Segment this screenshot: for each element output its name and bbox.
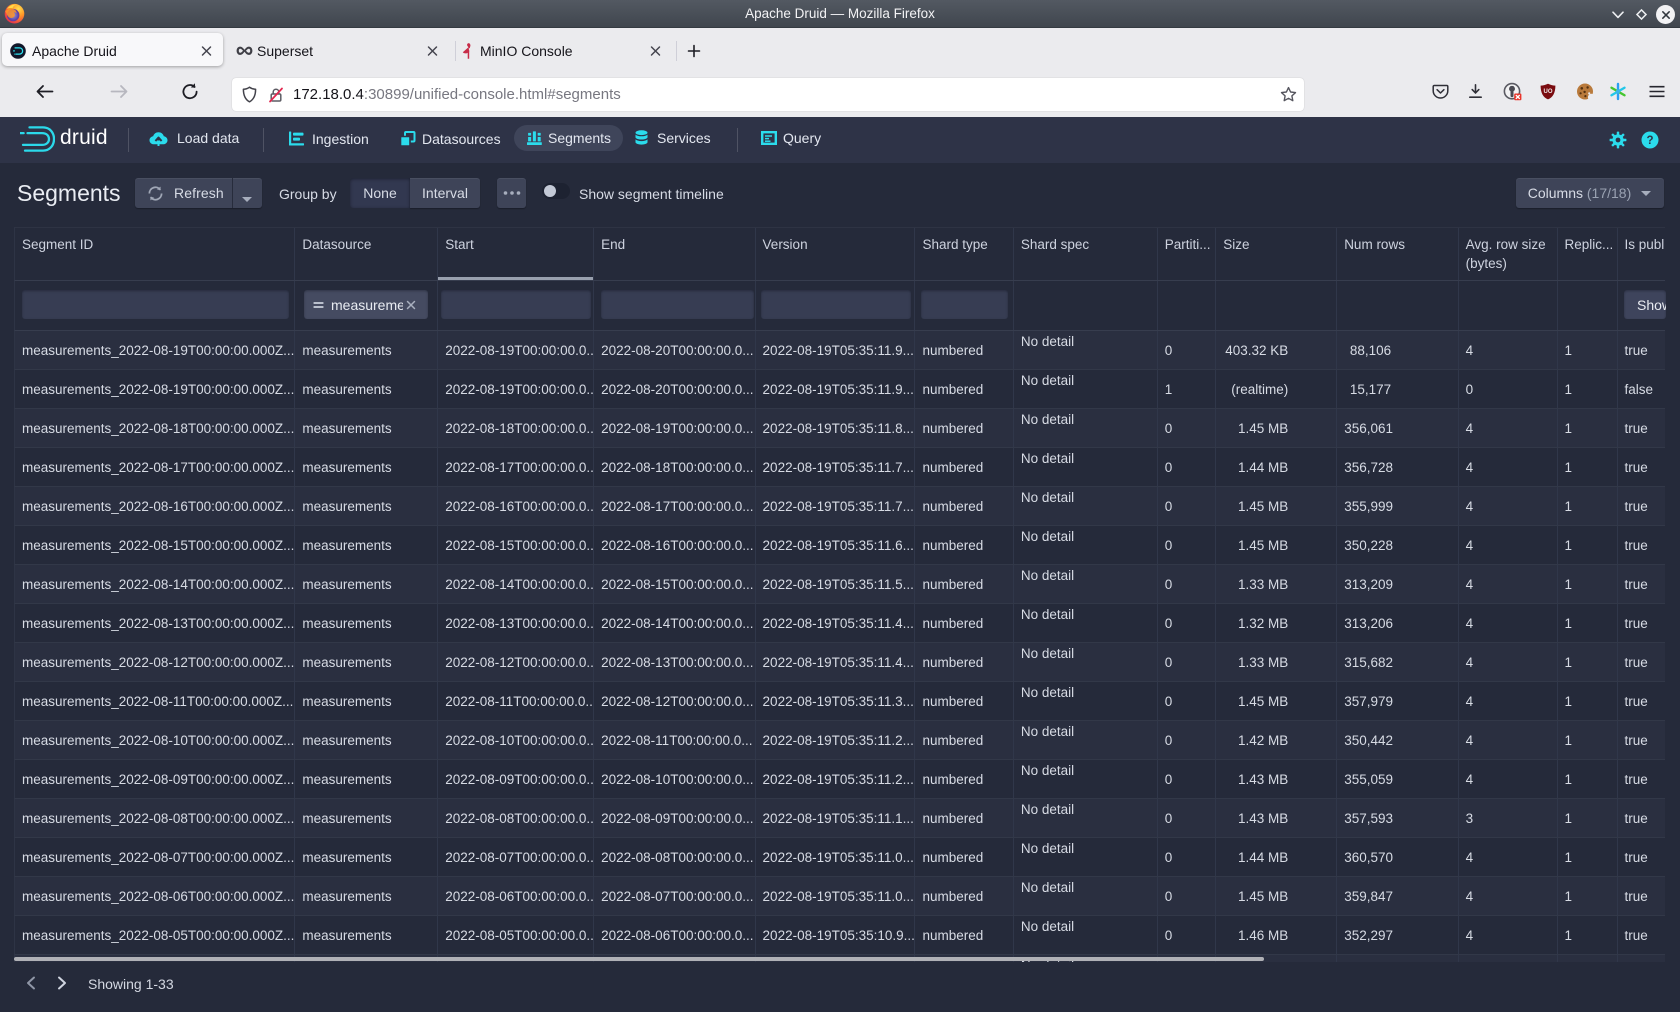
svg-text:UO: UO bbox=[1544, 88, 1553, 94]
svg-text:?: ? bbox=[1646, 135, 1653, 147]
